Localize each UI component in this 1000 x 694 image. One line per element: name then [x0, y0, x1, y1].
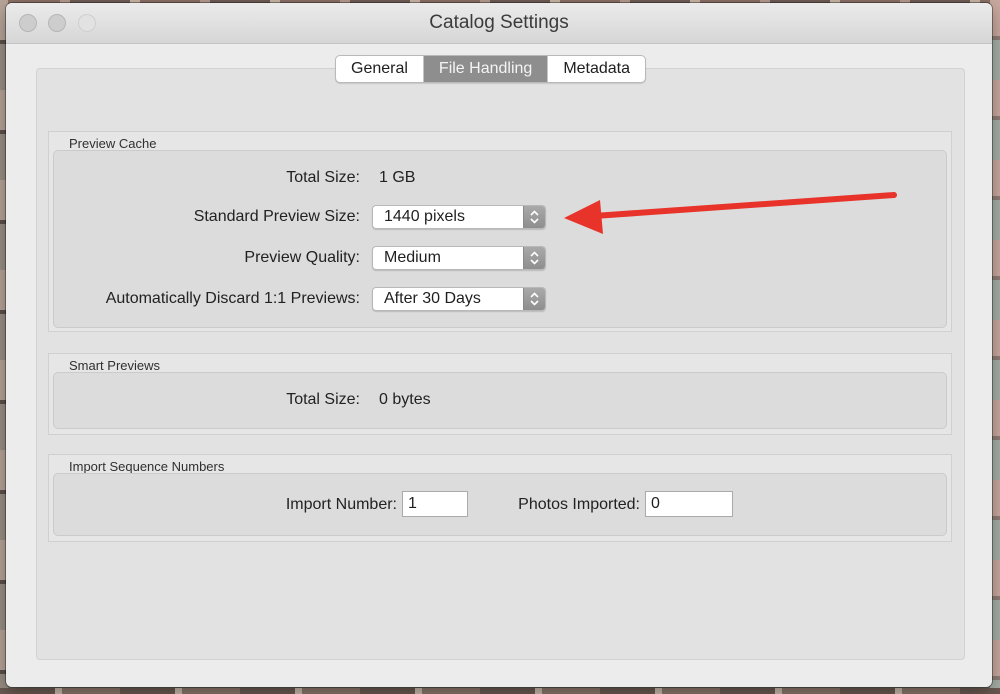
- discard-previews-value: After 30 Days: [384, 290, 481, 307]
- discard-previews-select[interactable]: After 30 Days: [372, 287, 546, 311]
- chevron-up-down-icon: [523, 206, 545, 228]
- chevron-up-down-icon: [523, 247, 545, 269]
- red-arrow-annotation: [564, 192, 897, 234]
- smart-previews-group: Smart Previews Total Size: 0 bytes: [48, 353, 952, 435]
- window-title: Catalog Settings: [429, 12, 569, 33]
- tab-file-handling[interactable]: File Handling: [423, 56, 549, 82]
- smart-previews-box: Total Size: 0 bytes: [53, 372, 947, 429]
- catalog-settings-window: Catalog Settings General File Handling M…: [6, 3, 992, 687]
- preview-quality-label: Preview Quality:: [244, 249, 360, 266]
- smart-total-size-label: Total Size:: [286, 391, 360, 408]
- import-sequence-title: Import Sequence Numbers: [69, 459, 225, 474]
- discard-previews-label: Automatically Discard 1:1 Previews:: [105, 290, 360, 307]
- photos-imported-field[interactable]: [645, 491, 733, 517]
- import-number-label: Import Number:: [285, 496, 397, 513]
- import-sequence-group: Import Sequence Numbers Import Number: P…: [48, 454, 952, 542]
- standard-preview-size-label: Standard Preview Size:: [193, 208, 360, 225]
- smart-total-size-value: 0 bytes: [379, 391, 431, 408]
- preview-cache-box: Total Size: 1 GB Standard Preview Size: …: [53, 150, 947, 328]
- total-size-value: 1 GB: [379, 169, 416, 186]
- total-size-label: Total Size:: [286, 169, 360, 186]
- tab-general[interactable]: General: [336, 56, 424, 82]
- standard-preview-size-value: 1440 pixels: [384, 208, 465, 225]
- title-bar[interactable]: Catalog Settings: [6, 3, 992, 44]
- tab-bar: General File Handling Metadata: [335, 55, 647, 83]
- tab-metadata[interactable]: Metadata: [548, 56, 645, 82]
- preview-cache-title: Preview Cache: [69, 136, 157, 151]
- preview-quality-value: Medium: [384, 249, 441, 266]
- background-desktop-bottom: [0, 688, 1000, 694]
- import-sequence-box: Import Number: Photos Imported:: [53, 473, 947, 536]
- chevron-up-down-icon: [523, 288, 545, 310]
- preview-quality-select[interactable]: Medium: [372, 246, 546, 270]
- standard-preview-size-select[interactable]: 1440 pixels: [372, 205, 546, 229]
- import-number-field[interactable]: [402, 491, 468, 517]
- smart-previews-title: Smart Previews: [69, 358, 161, 373]
- photos-imported-label: Photos Imported:: [518, 496, 640, 513]
